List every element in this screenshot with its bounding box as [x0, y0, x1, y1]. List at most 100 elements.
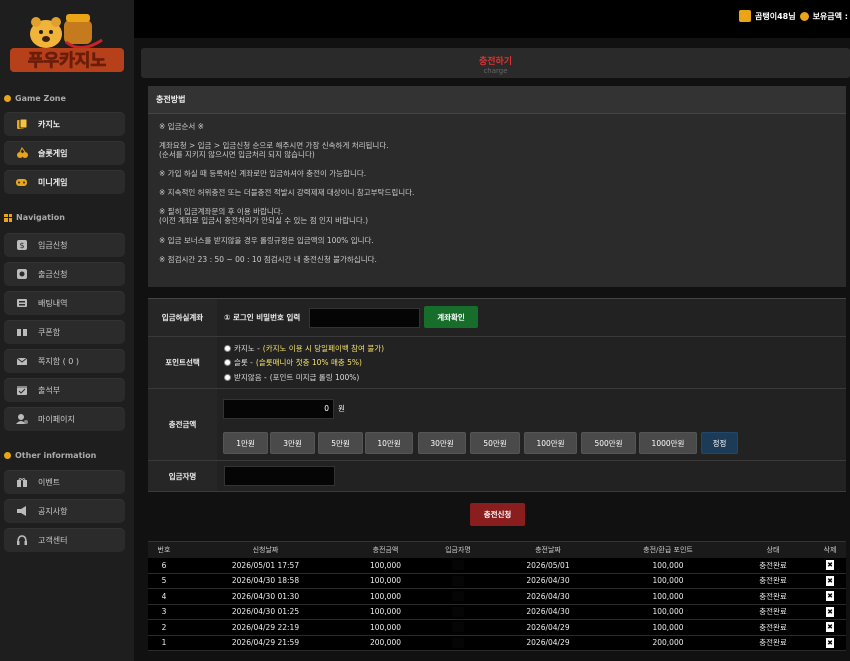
- amount-50k-button[interactable]: 5만원: [318, 432, 363, 454]
- sidebar-item-support[interactable]: 고객센터: [4, 528, 125, 552]
- amount-300k-button[interactable]: 30만원: [418, 432, 466, 454]
- radio-button[interactable]: [224, 359, 231, 366]
- amount-10k-button[interactable]: 1만원: [223, 432, 268, 454]
- sidebar-item-attendance[interactable]: 출석부: [4, 378, 125, 402]
- coupon-icon: [15, 326, 28, 339]
- table-cell-no: 6: [161, 560, 167, 570]
- user-info: 곰탱이48님 보유금액 :: [738, 10, 848, 22]
- sidebar-item-withdraw[interactable]: 출금신청: [4, 262, 125, 286]
- amount-500k-button[interactable]: 50만원: [470, 432, 520, 454]
- cards-icon: [15, 118, 28, 131]
- login-password-input[interactable]: [309, 308, 420, 328]
- sidebar-item-event[interactable]: 이벤트: [4, 470, 125, 494]
- notice-line: ※ 입금순서 ※: [159, 122, 204, 131]
- point-option-slot[interactable]: 슬롯 - (슬롯매니아 첫충 10% 매충 5%): [224, 357, 362, 368]
- radio-button[interactable]: [224, 345, 231, 352]
- sidebar-item-slot[interactable]: 슬롯게임: [4, 141, 125, 165]
- mail-icon: [15, 355, 28, 368]
- col-header: 충전금액: [372, 546, 399, 554]
- table-cell-no: 3: [161, 607, 167, 617]
- sidebar-item-minigame[interactable]: 미니게임: [4, 170, 125, 194]
- delete-icon[interactable]: ✖: [826, 606, 834, 617]
- headset-icon: [15, 534, 28, 547]
- megaphone-icon: [15, 505, 28, 518]
- delete-cell: ✖: [818, 605, 842, 620]
- table-cell-charge-date: 2026/04/29: [526, 638, 570, 648]
- attendance-icon: [15, 384, 28, 397]
- depositor-label: 입금자명: [148, 461, 217, 491]
- table-cell-no: 1: [161, 638, 167, 648]
- sidebar-item-label: 이벤트: [38, 477, 61, 487]
- gamepad-icon: [15, 176, 28, 189]
- amount-unit: 원: [338, 404, 345, 413]
- point-option-casino[interactable]: 카지노 - (카지노 이용 시 당일페이백 참여 불가): [224, 343, 384, 354]
- panel-heading: 충전방법: [148, 86, 846, 114]
- section-game-zone: Game Zone: [4, 94, 66, 103]
- sidebar-item-label: 카지노: [38, 119, 61, 129]
- depositor-name-input[interactable]: [224, 466, 335, 486]
- user-icon: [15, 413, 28, 426]
- sidebar-item-label: 슬롯게임: [38, 148, 68, 158]
- section-navigation: Navigation: [4, 213, 65, 222]
- col-header: 충전/환급 포인트: [643, 546, 693, 554]
- point-option-none[interactable]: 받지않음 - (포인트 미지급 롤링 100%): [224, 372, 359, 383]
- delete-icon[interactable]: ✖: [826, 637, 834, 648]
- casino-logo[interactable]: 푸우카지노: [6, 4, 128, 76]
- page-header: 충전하기 charge: [141, 48, 850, 78]
- amount-5m-button[interactable]: 500만원: [581, 432, 636, 454]
- page-title: 충전하기: [478, 57, 513, 67]
- amount-30k-button[interactable]: 3만원: [270, 432, 315, 454]
- radio-button[interactable]: [224, 374, 231, 381]
- table-cell-status: 충전완료: [759, 638, 787, 648]
- notice-line: ※ 입금 보너스를 받지않을 경우 롤링규정은 입금액의 100% 입니다.: [159, 236, 374, 245]
- col-header: 번호: [157, 546, 171, 554]
- sidebar-item-mypage[interactable]: 마이페이지: [4, 407, 125, 431]
- depositor-value: [217, 461, 846, 491]
- sidebar-item-mail[interactable]: 쪽지함 ( 0 ): [4, 349, 125, 373]
- delete-icon[interactable]: ✖: [826, 622, 834, 633]
- charge-method-panel: 충전방법 ※ 입금순서 ※ 계좌요청 > 입금 > 입금신청 순으로 해주시면 …: [148, 86, 846, 287]
- delete-icon[interactable]: ✖: [826, 591, 834, 602]
- depositor-cell: [428, 574, 488, 589]
- sidebar-item-coupon[interactable]: 쿠폰함: [4, 320, 125, 344]
- amount-reset-button[interactable]: 정정: [701, 432, 738, 454]
- sidebar-item-casino[interactable]: 카지노: [4, 112, 125, 136]
- sidebar-item-label: 출금신청: [38, 269, 68, 279]
- amount-1m-button[interactable]: 100만원: [524, 432, 577, 454]
- depositor-cell: [428, 558, 488, 573]
- table-row: 4 2026/04/30 01:30 100,000 2026/04/30 100,00…: [148, 589, 846, 605]
- delete-cell: ✖: [818, 620, 842, 635]
- section-other-information: Other information: [4, 451, 96, 460]
- amount-100k-button[interactable]: 10만원: [365, 432, 413, 454]
- user-nickname[interactable]: 곰탱이48님: [755, 11, 796, 22]
- amount-input[interactable]: 0: [223, 399, 334, 419]
- table-cell-point: 100,000: [652, 576, 684, 586]
- account-confirm-button[interactable]: 계좌확인: [424, 306, 478, 328]
- table-row: 2 2026/04/29 22:19 100,000 2026/04/29 100,00…: [148, 620, 846, 636]
- notice-line: ※ 가입 하실 때 등록하신 계좌로만 입금하셔야 충전이 가능합니다.: [159, 169, 367, 178]
- delete-icon[interactable]: ✖: [826, 560, 834, 571]
- sidebar-item-deposit[interactable]: $ 입금신청: [4, 233, 125, 257]
- depositor-cell: [428, 605, 488, 620]
- col-header: 충전날짜: [535, 546, 561, 554]
- delete-icon[interactable]: ✖: [826, 575, 834, 586]
- account-label: 입금하실계좌: [148, 299, 217, 336]
- bullet-icon: [4, 95, 11, 102]
- delete-cell: ✖: [818, 589, 842, 604]
- table-cell-charge-date: 2026/04/30: [526, 607, 570, 617]
- point-options: 카지노 - (카지노 이용 시 당일페이백 참여 불가) 슬롯 - (슬롯매니아…: [217, 337, 846, 388]
- amount-10m-button[interactable]: 1000만원: [639, 432, 697, 454]
- sidebar-item-betting-history[interactable]: 배팅내역: [4, 291, 125, 315]
- sidebar-item-notice[interactable]: 공지사항: [4, 499, 125, 523]
- info-icon: [4, 452, 11, 459]
- option-detail: (포인트 미지급 롤링 100%): [269, 373, 360, 382]
- submit-charge-button[interactable]: 충전신청: [470, 503, 525, 526]
- point-row: 포인트선택 카지노 - (카지노 이용 시 당일페이백 참여 불가) 슬롯 - …: [148, 337, 846, 389]
- table-cell-req-date: 2026/04/29 21:59: [231, 638, 300, 648]
- betting-history-icon: [15, 297, 28, 310]
- table-cell-point: 100,000: [652, 622, 684, 632]
- sidebar-item-label: 마이페이지: [38, 414, 75, 424]
- table-cell-req-date: 2026/04/29 22:19: [231, 622, 300, 632]
- table-row: 5 2026/04/30 18:58 100,000 2026/04/30 100,00…: [148, 573, 846, 589]
- notice-line: ※ 필히 입금계좌문의 후 이용 바랍니다.: [159, 207, 284, 216]
